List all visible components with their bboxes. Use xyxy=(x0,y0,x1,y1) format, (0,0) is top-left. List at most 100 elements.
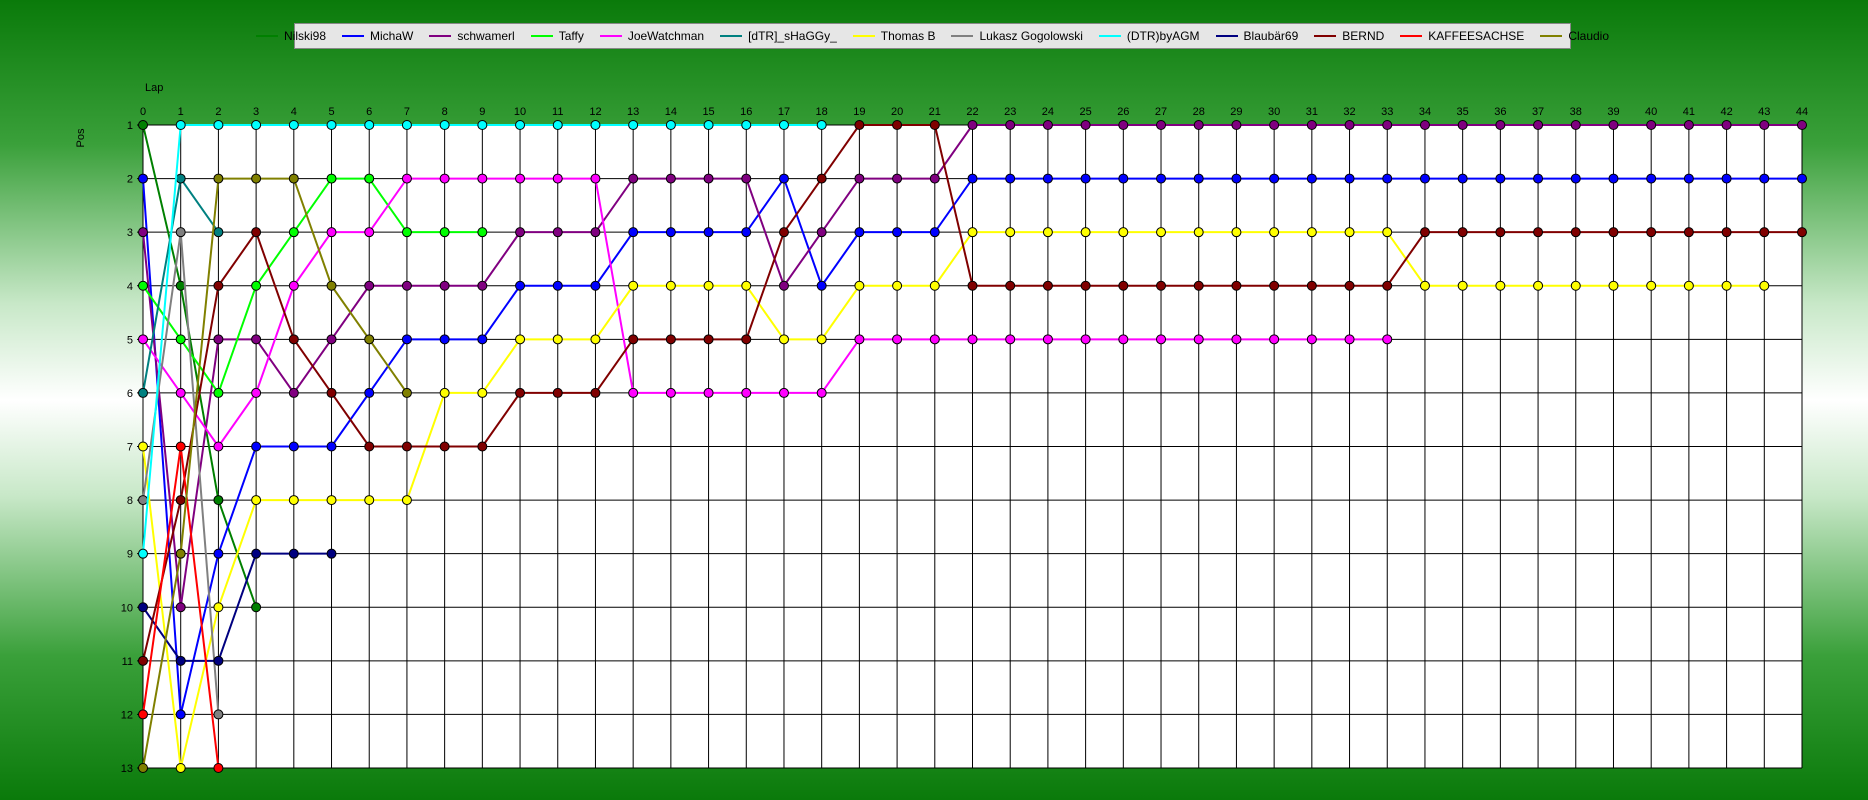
x-tick-label: 6 xyxy=(366,106,372,118)
data-point xyxy=(552,280,563,291)
data-point xyxy=(703,227,714,238)
data-point xyxy=(590,387,601,398)
data-point xyxy=(1042,280,1053,291)
data-point xyxy=(741,387,752,398)
data-point xyxy=(439,387,450,398)
data-point xyxy=(1457,280,1468,291)
data-point xyxy=(929,334,940,345)
x-tick-label: 34 xyxy=(1419,106,1431,118)
data-point xyxy=(703,120,714,130)
data-point xyxy=(515,387,526,398)
data-point xyxy=(1005,227,1016,238)
x-tick-label: 31 xyxy=(1306,106,1318,118)
data-point xyxy=(515,120,526,130)
data-point xyxy=(929,280,940,291)
data-point xyxy=(1156,280,1167,291)
data-point xyxy=(401,441,412,452)
data-point xyxy=(892,280,903,291)
data-point xyxy=(288,495,299,506)
data-point xyxy=(213,334,224,345)
x-tick-label: 5 xyxy=(328,106,334,118)
data-point xyxy=(628,227,639,238)
data-point xyxy=(741,120,752,130)
x-tick-label: 43 xyxy=(1758,106,1770,118)
x-tick-label: 10 xyxy=(514,106,526,118)
data-point xyxy=(1156,173,1167,184)
data-point xyxy=(288,227,299,238)
data-point xyxy=(1533,120,1544,130)
data-point xyxy=(175,334,186,345)
x-tick-label: 27 xyxy=(1155,106,1167,118)
data-point xyxy=(854,334,865,345)
data-point xyxy=(213,387,224,398)
data-point xyxy=(1118,334,1129,345)
data-point xyxy=(1759,280,1770,291)
data-point xyxy=(967,120,978,130)
data-point xyxy=(967,280,978,291)
data-point xyxy=(439,280,450,291)
x-tick-label: 33 xyxy=(1381,106,1393,118)
data-point xyxy=(552,227,563,238)
data-point xyxy=(213,441,224,452)
y-tick-label: 9 xyxy=(127,549,133,561)
data-point xyxy=(251,334,262,345)
y-tick-label: 8 xyxy=(127,495,133,507)
data-point xyxy=(1231,227,1242,238)
data-point xyxy=(1683,227,1694,238)
data-point xyxy=(929,227,940,238)
data-point xyxy=(1570,280,1581,291)
data-point xyxy=(1005,173,1016,184)
data-point xyxy=(213,495,224,506)
data-point xyxy=(892,227,903,238)
data-point xyxy=(288,387,299,398)
data-point xyxy=(1042,173,1053,184)
data-point xyxy=(326,495,337,506)
y-axis-label: Pos xyxy=(75,128,87,147)
x-tick-label: 21 xyxy=(929,106,941,118)
data-point xyxy=(854,173,865,184)
data-point xyxy=(439,227,450,238)
data-point xyxy=(213,280,224,291)
y-tick-label: 2 xyxy=(127,174,133,186)
data-point xyxy=(1269,120,1280,130)
data-point xyxy=(138,602,148,613)
data-point xyxy=(1457,173,1468,184)
data-point xyxy=(1080,334,1091,345)
data-point xyxy=(1005,120,1016,130)
data-point xyxy=(138,334,148,345)
data-point xyxy=(552,120,563,130)
data-point xyxy=(1306,280,1317,291)
data-point xyxy=(741,280,752,291)
data-point xyxy=(213,655,224,666)
data-point xyxy=(251,602,262,613)
data-point xyxy=(1533,227,1544,238)
x-tick-label: 24 xyxy=(1042,106,1054,118)
data-point xyxy=(401,387,412,398)
x-tick-label: 11 xyxy=(552,106,563,118)
x-tick-label: 35 xyxy=(1457,106,1469,118)
data-point xyxy=(515,173,526,184)
data-point xyxy=(1042,334,1053,345)
data-point xyxy=(892,334,903,345)
data-point xyxy=(175,173,186,184)
data-point xyxy=(138,655,148,666)
data-point xyxy=(477,173,488,184)
data-point xyxy=(364,495,375,506)
data-point xyxy=(1646,173,1657,184)
data-point xyxy=(515,280,526,291)
data-point xyxy=(892,120,903,130)
data-point xyxy=(138,120,148,130)
data-point xyxy=(1608,173,1619,184)
data-point xyxy=(703,280,714,291)
data-point xyxy=(251,120,262,130)
data-point xyxy=(1231,280,1242,291)
data-point xyxy=(703,173,714,184)
data-point xyxy=(552,387,563,398)
data-point xyxy=(1382,334,1393,345)
data-point xyxy=(590,173,601,184)
data-point xyxy=(401,280,412,291)
data-point xyxy=(778,227,789,238)
data-point xyxy=(1042,120,1053,130)
x-tick-label: 28 xyxy=(1193,106,1205,118)
data-point xyxy=(778,173,789,184)
